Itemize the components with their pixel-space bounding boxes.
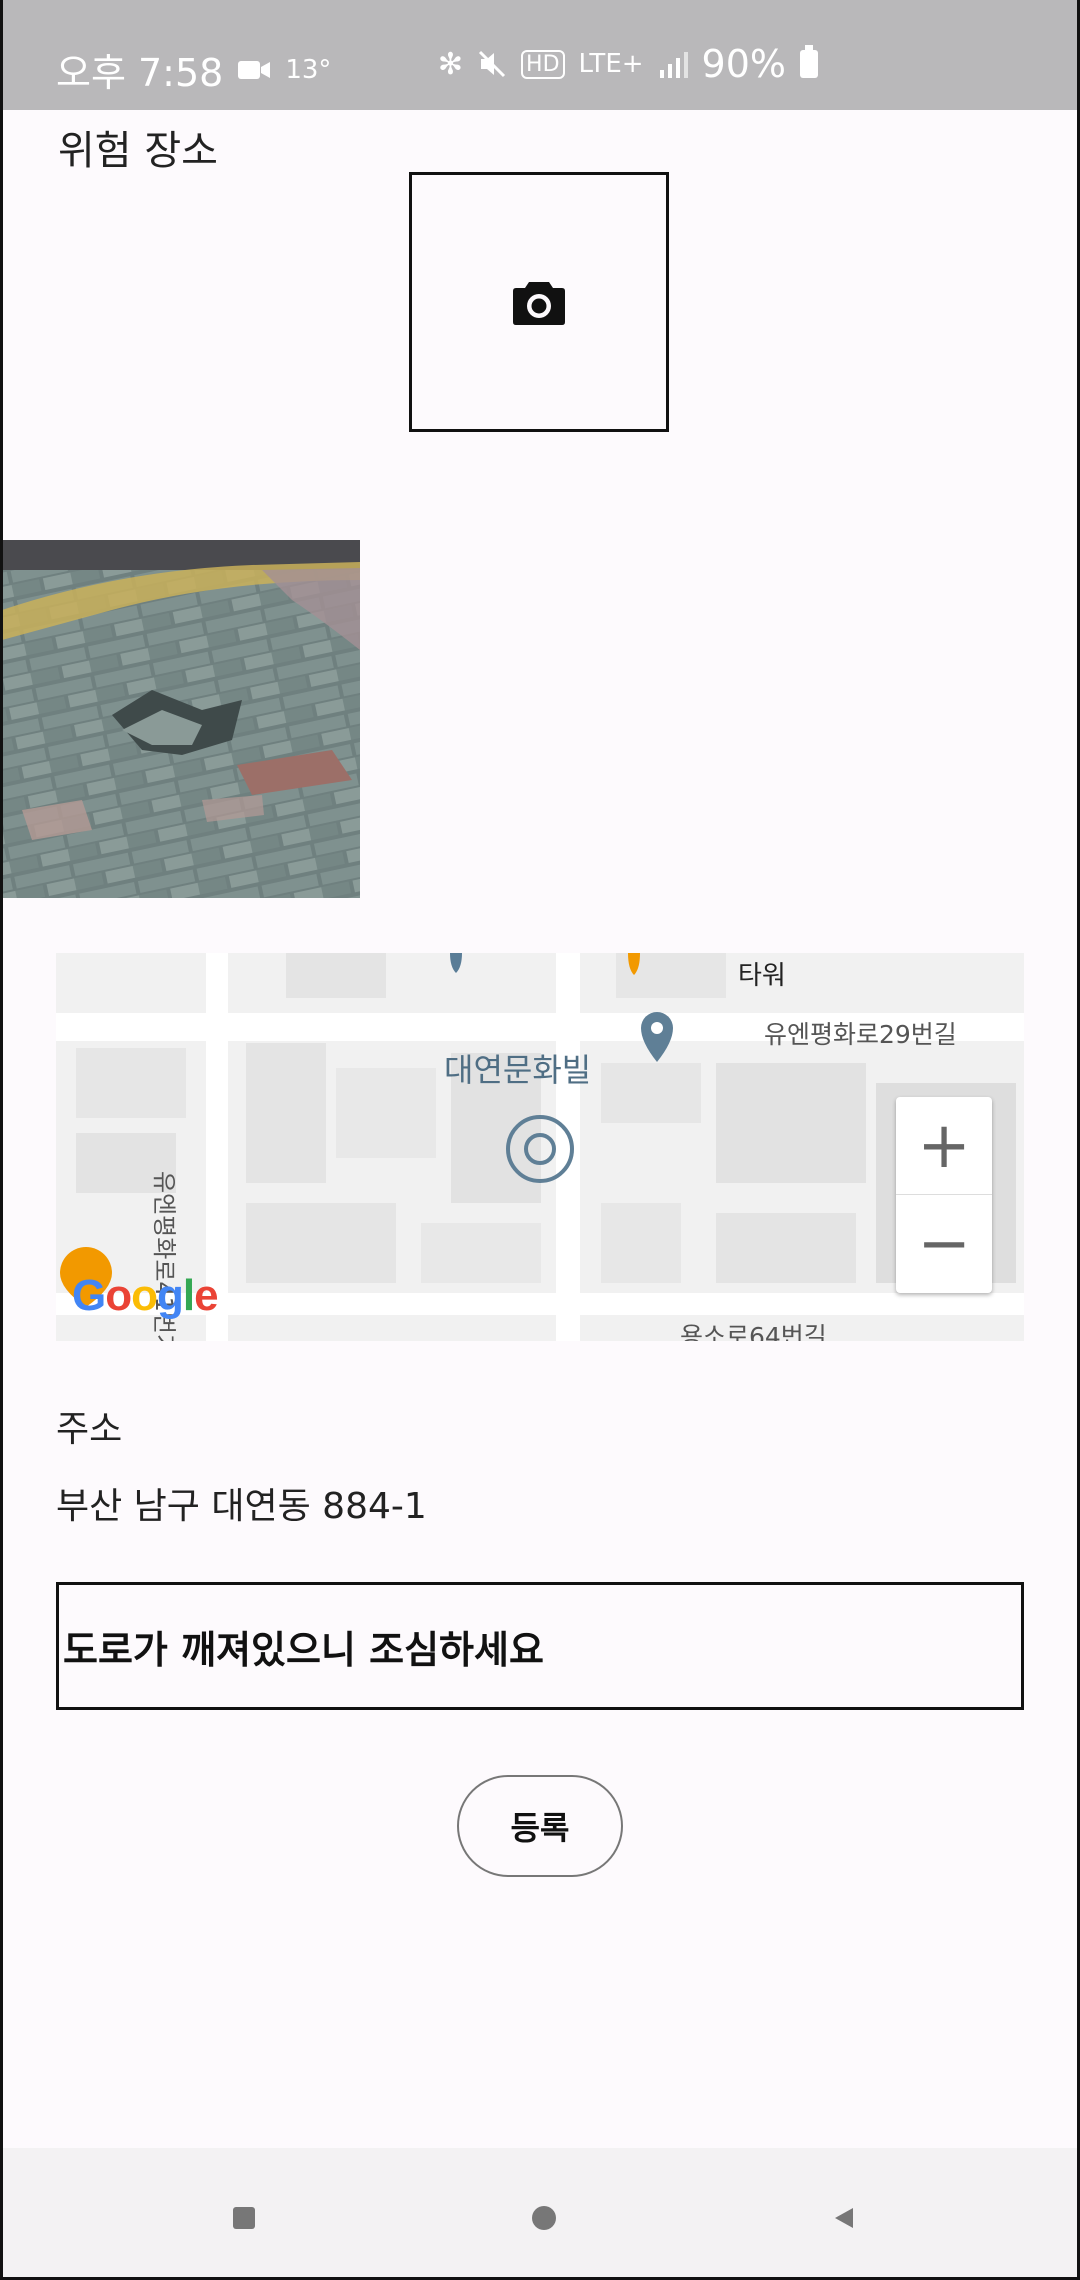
- page-title: 위험 장소: [58, 128, 218, 174]
- clock: 오후 7:58: [56, 51, 224, 95]
- video-camera-icon: [238, 60, 271, 79]
- description-text: 도로가 깨져있으니 조심하세요: [63, 1627, 544, 1672]
- battery-icon: [800, 45, 818, 78]
- location-map[interactable]: 타워 유엔평화로29번길 대연문화빌 유엔평화로41번가길 용소로64번길 + …: [56, 953, 1024, 1341]
- description-field[interactable]: 도로가 깨져있으니 조심하세요: [56, 1582, 1024, 1710]
- add-photo-button[interactable]: [409, 172, 669, 432]
- recents-button[interactable]: [214, 2188, 274, 2248]
- camera-icon: [513, 282, 565, 325]
- map-label-road-bottom: 용소로64번길: [680, 1322, 827, 1341]
- zoom-out-button[interactable]: −: [896, 1195, 992, 1292]
- status-bar: 오후 7:58 13° ✻ HD LTE+ 90%: [0, 0, 1080, 110]
- lte-icon: LTE+: [578, 49, 644, 79]
- back-icon: [835, 2208, 853, 2228]
- temperature: 13°: [285, 54, 332, 85]
- navigation-bar: [0, 2148, 1080, 2280]
- zoom-in-button[interactable]: +: [896, 1097, 992, 1195]
- map-zoom-controls: + −: [896, 1097, 992, 1293]
- status-left: 오후 7:58 13°: [56, 42, 331, 97]
- home-button[interactable]: [514, 2188, 574, 2248]
- hd-voice-icon: HD: [521, 49, 565, 79]
- mute-icon: [478, 50, 506, 78]
- status-right: ✻ HD LTE+ 90%: [438, 42, 818, 86]
- address-value: 부산 남구 대연동 884-1: [56, 1486, 427, 1527]
- home-icon: [532, 2206, 556, 2230]
- hazard-photo: [2, 540, 360, 898]
- back-button[interactable]: [814, 2188, 874, 2248]
- map-label-road-upper: 유엔평화로29번길: [764, 1020, 957, 1049]
- bluetooth-icon: ✻: [437, 46, 464, 82]
- signal-icon: [659, 52, 688, 78]
- map-label-tower: 타워: [738, 961, 786, 991]
- address-label: 주소: [56, 1409, 123, 1450]
- map-label-building: 대연문화빌: [444, 1051, 592, 1089]
- recents-icon: [233, 2207, 255, 2229]
- battery-percent: 90%: [701, 42, 786, 86]
- submit-button[interactable]: 등록: [457, 1775, 623, 1877]
- google-logo: Google: [72, 1271, 219, 1320]
